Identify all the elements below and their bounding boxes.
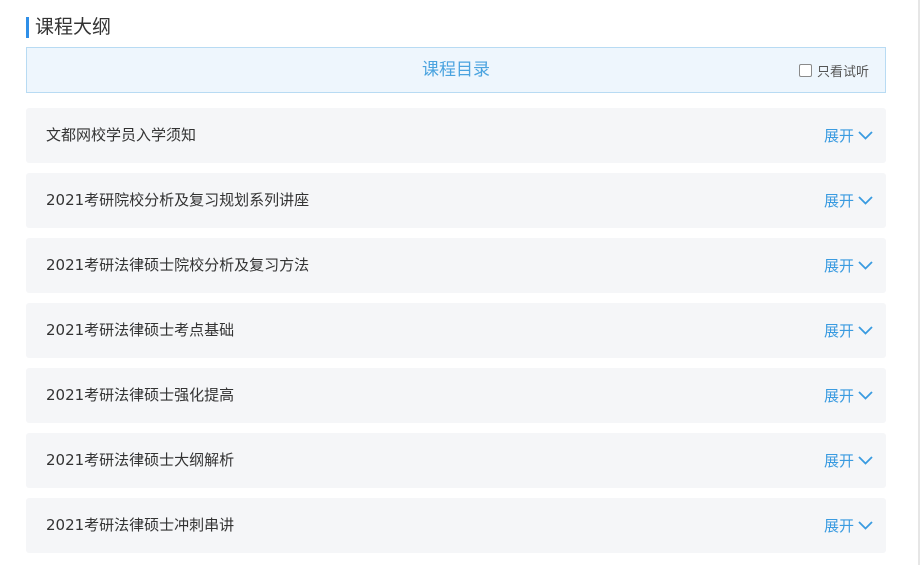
expand-label: 展开 bbox=[823, 517, 854, 535]
chapter-title: 2021考研法律硕士强化提高 bbox=[46, 386, 235, 404]
chapter-title: 文都网校学员入学须知 bbox=[46, 126, 197, 144]
chapter-row[interactable]: 2021考研法律硕士大纲解析 展开 bbox=[26, 433, 886, 488]
expand-button[interactable]: 展开 bbox=[824, 238, 873, 293]
expand-button[interactable]: 展开 bbox=[824, 368, 873, 423]
chapter-title: 2021考研法律硕士冲刺串讲 bbox=[46, 516, 235, 534]
chapter-title: 2021考研法律硕士院校分析及复习方法 bbox=[46, 256, 310, 274]
chapter-row[interactable]: 文都网校学员入学须知 展开 bbox=[26, 108, 886, 163]
chapter-row[interactable]: 2021考研法律硕士强化提高 展开 bbox=[26, 368, 886, 423]
trial-only-filter[interactable]: 只看试听 bbox=[798, 61, 869, 80]
chevron-down-icon bbox=[858, 326, 873, 335]
chevron-down-icon bbox=[858, 261, 873, 270]
expand-button[interactable]: 展开 bbox=[824, 108, 873, 163]
chevron-down-icon bbox=[858, 456, 873, 465]
expand-button[interactable]: 展开 bbox=[824, 433, 873, 488]
catalog-header: 课程目录 只看试听 bbox=[26, 47, 886, 93]
expand-label: 展开 bbox=[823, 452, 854, 470]
chevron-down-icon bbox=[858, 391, 873, 400]
chapter-title: 2021考研法律硕士考点基础 bbox=[46, 321, 235, 339]
expand-button[interactable]: 展开 bbox=[824, 173, 873, 228]
expand-label: 展开 bbox=[823, 257, 854, 275]
course-outline-page: 课程大纲 课程目录 只看试听 文都网校学员入学须知 展开 2021考研院校分析及… bbox=[0, 0, 920, 565]
chapter-row[interactable]: 2021考研法律硕士考点基础 展开 bbox=[26, 303, 886, 358]
expand-label: 展开 bbox=[823, 127, 854, 145]
chapter-row[interactable]: 2021考研法律硕士院校分析及复习方法 展开 bbox=[26, 238, 886, 293]
chevron-down-icon bbox=[858, 521, 873, 530]
expand-button[interactable]: 展开 bbox=[824, 498, 873, 553]
expand-label: 展开 bbox=[823, 322, 854, 340]
trial-only-label: 只看试听 bbox=[816, 64, 869, 80]
expand-button[interactable]: 展开 bbox=[824, 303, 873, 358]
section-title: 课程大纲 bbox=[35, 16, 112, 38]
heading-accent-bar bbox=[26, 16, 29, 38]
expand-label: 展开 bbox=[823, 387, 854, 405]
section-heading: 课程大纲 bbox=[26, 15, 111, 39]
chapter-row[interactable]: 2021考研法律硕士冲刺串讲 展开 bbox=[26, 498, 886, 553]
expand-label: 展开 bbox=[823, 192, 854, 210]
catalog-title: 课程目录 bbox=[422, 60, 490, 80]
chevron-down-icon bbox=[858, 131, 873, 140]
chevron-down-icon bbox=[858, 196, 873, 205]
chapter-row[interactable]: 2021考研院校分析及复习规划系列讲座 展开 bbox=[26, 173, 886, 228]
chapter-title: 2021考研法律硕士大纲解析 bbox=[46, 451, 235, 469]
trial-only-checkbox[interactable] bbox=[798, 63, 812, 77]
chapter-title: 2021考研院校分析及复习规划系列讲座 bbox=[46, 191, 310, 209]
